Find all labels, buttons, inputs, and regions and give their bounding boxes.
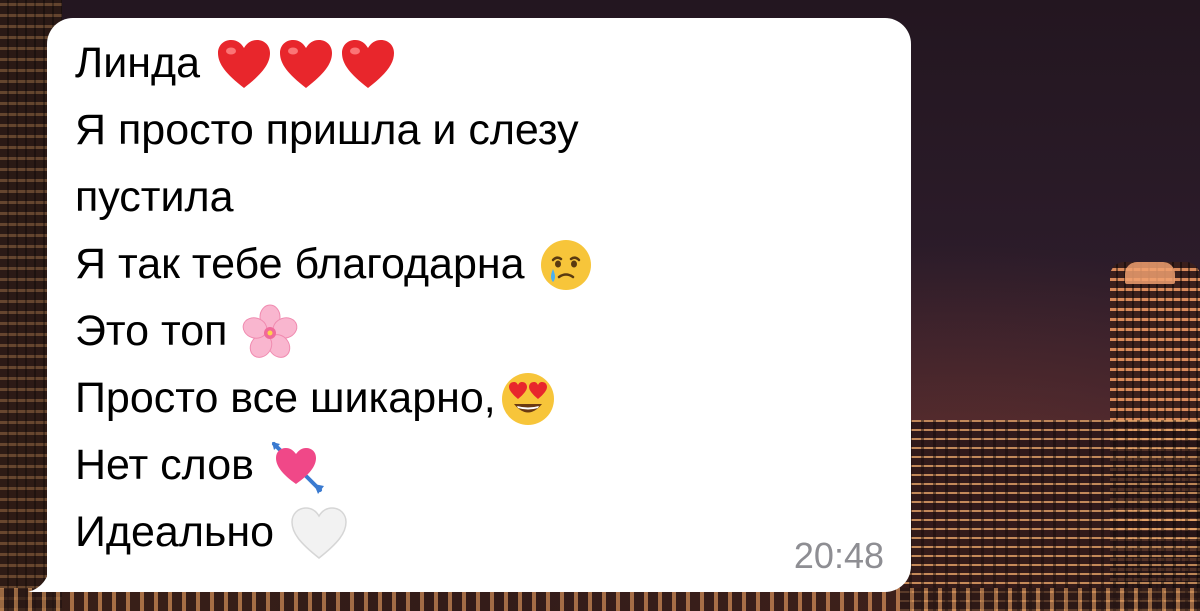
message-line-text: Идеально [75, 508, 274, 556]
message-line: Я просто пришла и слезу [75, 97, 593, 164]
holding-back-tears-icon [539, 238, 593, 292]
message-line: Это топ [75, 298, 593, 365]
red-heart-icon [340, 38, 396, 90]
heart-with-arrow-icon [268, 438, 326, 494]
message-line-text: Я так тебе благодарна [75, 240, 525, 288]
red-heart-icon [216, 38, 272, 90]
heart-eyes-icon [500, 371, 556, 427]
red-heart-icon [278, 38, 334, 90]
message-line-text: Линда [75, 39, 200, 87]
message-line-text: Нет слов [75, 441, 255, 489]
message-timestamp: 20:48 [793, 535, 884, 576]
message-line: Просто все шикарно, [75, 365, 593, 432]
message-line-text: Это топ [75, 307, 228, 355]
wallpaper-city-lights [900, 420, 1200, 611]
message-line-text: Я просто пришла и слезу [75, 106, 579, 154]
message-line: пустила [75, 164, 593, 231]
message-line: Нет слов [75, 432, 593, 499]
message-line-text: Просто все шикарно, [75, 374, 496, 422]
wallpaper-tower-top [1125, 262, 1175, 284]
message-line: Линда [75, 30, 593, 97]
message-line: Идеально [75, 499, 593, 566]
cherry-blossom-icon [241, 303, 299, 361]
message-text: Линда Я просто пришла и слезу пустила Я … [75, 30, 593, 566]
white-heart-icon [290, 506, 348, 560]
message-line-text: пустила [75, 173, 234, 221]
message-line: Я так тебе благодарна [75, 231, 593, 298]
